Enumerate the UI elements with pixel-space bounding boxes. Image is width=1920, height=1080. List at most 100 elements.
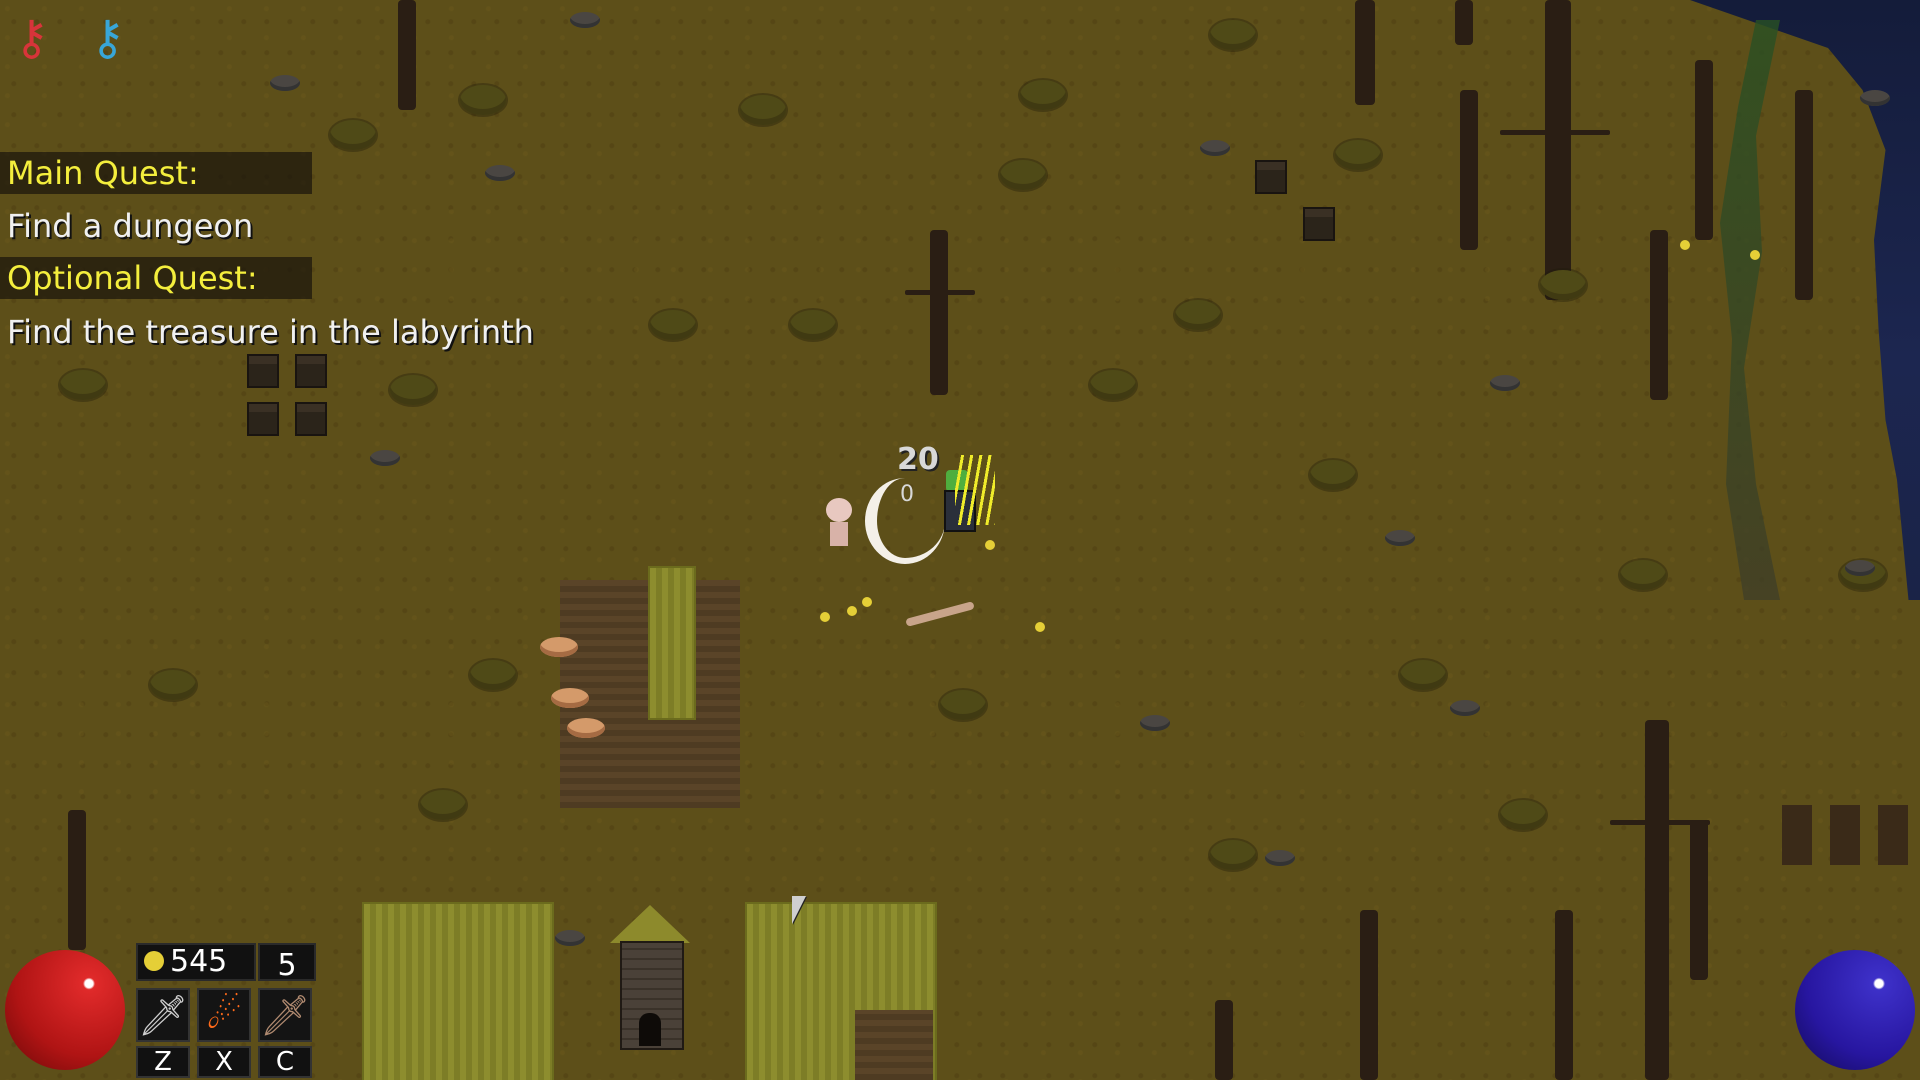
watchtower[interactable] <box>610 905 690 1050</box>
gold-coin[interactable] <box>820 612 830 622</box>
dead-tree <box>1215 1000 1233 1080</box>
bush <box>1020 80 1066 110</box>
bush <box>940 690 986 720</box>
dead-tree <box>1645 720 1669 1080</box>
bush <box>1175 300 1221 330</box>
dead-tree <box>1795 90 1813 300</box>
rock <box>485 165 515 181</box>
hotkey-x: X <box>197 1046 251 1078</box>
gravestone <box>295 354 327 388</box>
bones <box>905 601 975 627</box>
dagger-icon: 🗡 <box>259 992 311 1039</box>
gold-counter: 545 <box>136 943 256 981</box>
dead-tree <box>1355 0 1375 105</box>
gold-coin[interactable] <box>1750 250 1760 260</box>
rock <box>270 75 300 91</box>
bush <box>650 310 696 340</box>
gold-coin[interactable] <box>1035 622 1045 632</box>
bush <box>1400 660 1446 690</box>
dead-tree <box>1460 90 1478 250</box>
rock <box>1200 140 1230 156</box>
rock <box>1265 850 1295 866</box>
bush <box>1500 800 1546 830</box>
level-counter: 5 <box>258 943 316 983</box>
gold-amount: 545 <box>170 944 228 979</box>
main-quest-text: Find a dungeon <box>7 207 254 245</box>
gold-coin[interactable] <box>847 606 857 616</box>
rock <box>570 12 600 28</box>
dead-tree <box>68 810 86 950</box>
bush <box>740 95 786 125</box>
health-orb <box>5 950 125 1070</box>
dead-tree <box>1695 60 1713 240</box>
bush <box>1620 560 1666 590</box>
optional-quest-text: Find the treasure in the labyrinth <box>7 313 534 351</box>
rock <box>1385 530 1415 546</box>
gravestone <box>295 402 327 436</box>
skeleton-enemy[interactable] <box>820 498 856 548</box>
dead-tree <box>398 0 416 110</box>
gravestone <box>1255 160 1287 194</box>
lightning-effect <box>955 455 995 525</box>
rock <box>1140 715 1170 731</box>
skill-slot-sword[interactable]: 🗡 <box>136 988 190 1042</box>
rock <box>1450 700 1480 716</box>
hotkey-c: C <box>258 1046 312 1078</box>
game-viewport[interactable]: 20 0 ⚷ ⚷ Main Quest: Find a dungeon Opti… <box>0 0 1920 1080</box>
dead-tree-branch <box>1500 130 1610 135</box>
dead-tree <box>1360 910 1378 1080</box>
bush <box>1310 460 1356 490</box>
damage-number: 20 <box>897 442 939 477</box>
skill-slot-dagger[interactable]: 🗡 <box>258 988 312 1042</box>
main-quest-header: Main Quest: <box>0 152 312 194</box>
bush <box>150 670 196 700</box>
watchtower-roof <box>610 905 690 943</box>
rock <box>555 930 585 946</box>
bush <box>1335 140 1381 170</box>
level-value: 5 <box>277 948 297 983</box>
grass-strip <box>648 566 696 720</box>
skeleton-body <box>830 522 848 546</box>
blue-key-icon: ⚷ <box>90 10 126 66</box>
bush <box>1540 270 1586 300</box>
shoreline <box>1720 20 1780 600</box>
hotkey-z: Z <box>136 1046 190 1078</box>
gold-coin[interactable] <box>862 597 872 607</box>
dirt-patch <box>855 1010 933 1080</box>
dead-tree <box>1650 230 1668 400</box>
optional-quest-header: Optional Quest: <box>0 257 312 299</box>
gold-coin[interactable] <box>1680 240 1690 250</box>
dead-tree-branch <box>905 290 975 295</box>
weapon-rack <box>1782 805 1920 865</box>
bush <box>60 370 106 400</box>
gravestone <box>1303 207 1335 241</box>
dead-tree <box>930 230 948 395</box>
rock <box>1845 560 1875 576</box>
bush <box>1000 160 1046 190</box>
bread-loaf[interactable] <box>540 637 578 657</box>
rock <box>370 450 400 466</box>
red-key-icon: ⚷ <box>14 10 50 66</box>
mana-orb <box>1795 950 1915 1070</box>
skill-slot-fireball[interactable]: ☄ <box>197 988 251 1042</box>
damage-number-small: 0 <box>900 482 914 507</box>
sword-icon: 🗡 <box>137 992 189 1039</box>
bush <box>1210 840 1256 870</box>
gravestone <box>247 354 279 388</box>
bush <box>1090 370 1136 400</box>
bush <box>390 375 436 405</box>
farm-field <box>362 902 554 1080</box>
coin-icon <box>144 951 164 971</box>
bread-loaf[interactable] <box>567 718 605 738</box>
mouse-cursor-icon <box>792 896 806 924</box>
rock <box>1490 375 1520 391</box>
bush <box>470 660 516 690</box>
bush <box>460 85 506 115</box>
watchtower-door <box>639 1013 661 1046</box>
bush <box>330 120 376 150</box>
gold-coin[interactable] <box>985 540 995 550</box>
bread-loaf[interactable] <box>551 688 589 708</box>
fireball-icon: ☄ <box>206 992 242 1038</box>
gravestone <box>247 402 279 436</box>
bush <box>1210 20 1256 50</box>
